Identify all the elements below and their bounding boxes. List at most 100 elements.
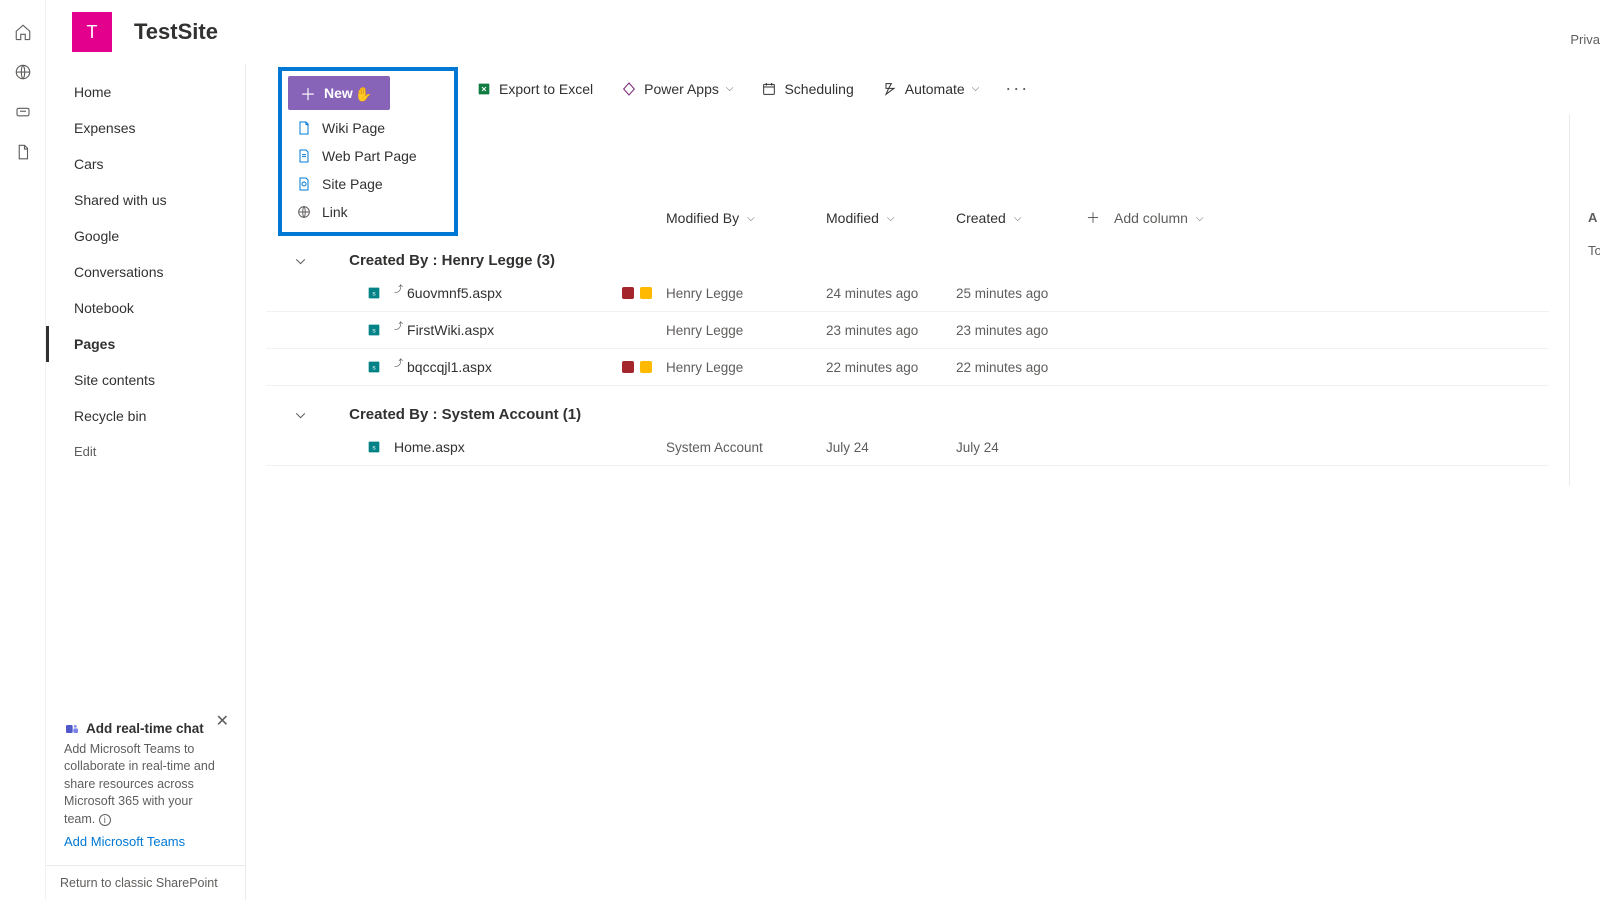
new-indicator-icon: ⤴	[394, 356, 403, 369]
nav-google[interactable]: Google	[46, 218, 245, 254]
site-header: T TestSite Priva	[46, 0, 1600, 64]
chevron-down-icon[interactable]: ⌵	[296, 407, 305, 422]
col-modified[interactable]: Modified⌵	[826, 210, 956, 226]
sharepoint-page-icon: s	[366, 322, 382, 338]
chevron-down-icon: ⌵	[1014, 213, 1022, 224]
nav-sitecontents[interactable]: Site contents	[46, 362, 245, 398]
sharepoint-page-icon: s	[366, 439, 382, 455]
nav-cars[interactable]: Cars	[46, 146, 245, 182]
table-row[interactable]: s ⤴ 6uovmnf5.aspx Henry Legge 24 minutes…	[266, 275, 1549, 312]
chevron-down-icon[interactable]: ⌵	[296, 253, 305, 268]
cursor-icon: ✋	[355, 86, 372, 103]
nav-home[interactable]: Home	[46, 74, 245, 110]
sharepoint-page-icon: s	[366, 359, 382, 375]
page-icon	[296, 148, 312, 164]
rail-home-icon[interactable]	[0, 12, 46, 52]
table-row[interactable]: s Home.aspx System Account July 24 July …	[266, 429, 1549, 466]
status-yellow-icon	[640, 361, 652, 373]
cell-created: 22 minutes ago	[956, 360, 1086, 375]
export-excel-button[interactable]: Export to Excel	[466, 72, 603, 106]
cell-modified: July 24	[826, 440, 956, 455]
nav-notebook[interactable]: Notebook	[46, 290, 245, 326]
site-title[interactable]: TestSite	[134, 19, 218, 45]
excel-icon	[476, 81, 492, 97]
nav-list: Home Expenses Cars Shared with us Google…	[46, 64, 245, 701]
plus-icon: ＋	[300, 81, 316, 105]
cell-modified-by: Henry Legge	[666, 323, 826, 338]
flow-icon	[882, 81, 898, 97]
chevron-down-icon: ⌵	[726, 83, 734, 94]
new-webpart-page[interactable]: Web Part Page	[282, 142, 454, 170]
new-indicator-icon: ⤴	[394, 282, 403, 295]
cell-modified: 22 minutes ago	[826, 360, 956, 375]
scheduling-button[interactable]: Scheduling	[751, 72, 863, 106]
add-teams-link[interactable]: Add Microsoft Teams	[64, 834, 227, 849]
close-icon[interactable]: ✕	[216, 711, 229, 731]
table-row[interactable]: s ⤴ bqccqjl1.aspx Henry Legge 22 minutes…	[266, 349, 1549, 386]
rail-globe-icon[interactable]	[0, 52, 46, 92]
plus-icon: ＋	[1086, 208, 1100, 228]
nav-edit[interactable]: Edit	[46, 434, 245, 469]
right-panel-edge: A To	[1588, 120, 1600, 258]
chevron-down-icon: ⌵	[972, 83, 980, 94]
group-header[interactable]: ⌵ Created By : System Account (1)	[266, 396, 1549, 429]
add-column-button[interactable]: ＋Add column ⌵	[1086, 208, 1246, 228]
page-icon	[296, 176, 312, 192]
cell-modified-by: Henry Legge	[666, 286, 826, 301]
app-rail	[0, 0, 46, 900]
file-name[interactable]: FirstWiki.aspx	[407, 322, 494, 338]
cell-modified-by: System Account	[666, 440, 826, 455]
automate-button[interactable]: Automate ⌵	[872, 72, 990, 106]
left-nav: Home Expenses Cars Shared with us Google…	[46, 64, 246, 900]
status-red-icon	[622, 361, 634, 373]
site-logo[interactable]: T	[72, 12, 112, 52]
nav-pages[interactable]: Pages	[46, 326, 245, 362]
cell-created: July 24	[956, 440, 1086, 455]
command-bar: ＋ New ✋ Wiki Page Web Part Page Site Pag…	[246, 64, 1600, 114]
chevron-down-icon: ⌵	[747, 213, 755, 224]
main-content: ＋ New ✋ Wiki Page Web Part Page Site Pag…	[246, 64, 1600, 900]
tip-title: Add real-time chat	[64, 721, 227, 737]
nav-expenses[interactable]: Expenses	[46, 110, 245, 146]
cell-created: 25 minutes ago	[956, 286, 1086, 301]
file-name[interactable]: 6uovmnf5.aspx	[407, 285, 502, 301]
new-button[interactable]: ＋ New ✋	[288, 76, 390, 110]
cell-modified: 23 minutes ago	[826, 323, 956, 338]
new-indicator-icon: ⤴	[394, 319, 403, 332]
globe-icon	[296, 204, 312, 220]
table-row[interactable]: s ⤴ FirstWiki.aspx Henry Legge 23 minute…	[266, 312, 1549, 349]
calendar-icon	[761, 81, 777, 97]
col-created[interactable]: Created⌵	[956, 210, 1086, 226]
rail-file-icon[interactable]	[0, 132, 46, 172]
nav-recyclebin[interactable]: Recycle bin	[46, 398, 245, 434]
powerapps-icon	[621, 81, 637, 97]
col-modified-by[interactable]: Modified By⌵	[666, 210, 826, 226]
status-red-icon	[622, 287, 634, 299]
new-dropdown: ＋ New ✋ Wiki Page Web Part Page Site Pag…	[278, 67, 458, 236]
cell-created: 23 minutes ago	[956, 323, 1086, 338]
rail-link-icon[interactable]	[0, 92, 46, 132]
chevron-down-icon: ⌵	[1196, 213, 1204, 224]
classic-link[interactable]: Return to classic SharePoint	[46, 865, 245, 900]
new-wiki-page[interactable]: Wiki Page	[282, 114, 454, 142]
cell-modified: 24 minutes ago	[826, 286, 956, 301]
cell-modified-by: Henry Legge	[666, 360, 826, 375]
file-name[interactable]: bqccqjl1.aspx	[407, 359, 492, 375]
nav-conversations[interactable]: Conversations	[46, 254, 245, 290]
page-icon	[296, 120, 312, 136]
privacy-label: Priva	[1570, 32, 1600, 47]
teams-icon	[64, 721, 80, 737]
new-site-page[interactable]: Site Page	[282, 170, 454, 198]
tip-body: Add Microsoft Teams to collaborate in re…	[64, 741, 227, 829]
sharepoint-page-icon: s	[366, 285, 382, 301]
group-header[interactable]: ⌵ Created By : Henry Legge (3)	[266, 242, 1549, 275]
file-name[interactable]: Home.aspx	[394, 439, 465, 455]
powerapps-button[interactable]: Power Apps ⌵	[611, 72, 743, 106]
new-link[interactable]: Link	[282, 198, 454, 226]
column-headers: Modified By⌵ Modified⌵ Created⌵ ＋Add col…	[266, 194, 1549, 242]
chevron-down-icon: ⌵	[887, 213, 895, 224]
more-button[interactable]: ···	[997, 78, 1037, 99]
teams-tip: ✕ Add real-time chat Add Microsoft Teams…	[54, 709, 237, 858]
status-yellow-icon	[640, 287, 652, 299]
nav-shared[interactable]: Shared with us	[46, 182, 245, 218]
